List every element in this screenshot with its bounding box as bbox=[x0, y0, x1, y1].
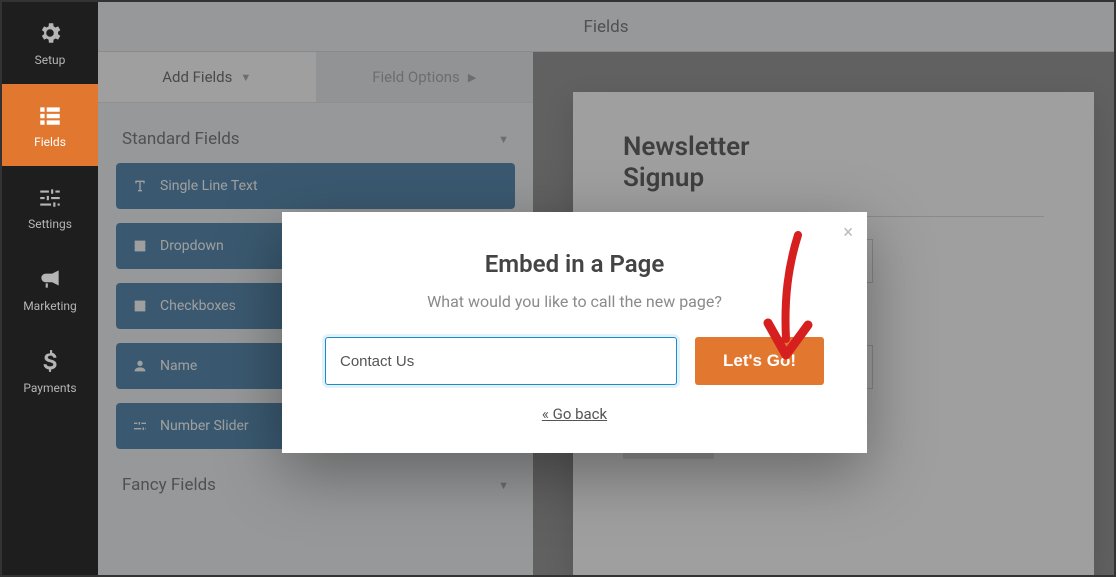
modal-subtitle: What would you like to call the new page… bbox=[314, 292, 835, 311]
bullhorn-icon bbox=[36, 265, 64, 293]
sidebar-label: Payments bbox=[23, 381, 76, 395]
list-icon bbox=[36, 101, 64, 129]
lets-go-button[interactable]: Let's Go! bbox=[695, 337, 824, 385]
sidebar-label: Marketing bbox=[23, 299, 77, 313]
close-icon[interactable]: × bbox=[843, 222, 853, 243]
page-name-input[interactable] bbox=[325, 337, 677, 385]
modal-title: Embed in a Page bbox=[314, 250, 835, 278]
sidebar-item-settings[interactable]: Settings bbox=[2, 166, 98, 248]
sidebar: Setup Fields Settings Marketing Payments bbox=[2, 2, 98, 575]
sidebar-label: Setup bbox=[35, 53, 66, 67]
sidebar-item-marketing[interactable]: Marketing bbox=[2, 248, 98, 330]
sidebar-item-fields[interactable]: Fields bbox=[2, 84, 98, 166]
embed-modal: × Embed in a Page What would you like to… bbox=[282, 212, 867, 453]
dollar-icon bbox=[36, 347, 64, 375]
sliders-icon bbox=[36, 183, 64, 211]
go-back-link[interactable]: « Go back bbox=[542, 405, 607, 423]
sidebar-item-payments[interactable]: Payments bbox=[2, 330, 98, 412]
sidebar-item-setup[interactable]: Setup bbox=[2, 2, 98, 84]
sidebar-label: Settings bbox=[28, 217, 72, 231]
sidebar-label: Fields bbox=[34, 135, 66, 149]
gear-icon bbox=[36, 19, 64, 47]
